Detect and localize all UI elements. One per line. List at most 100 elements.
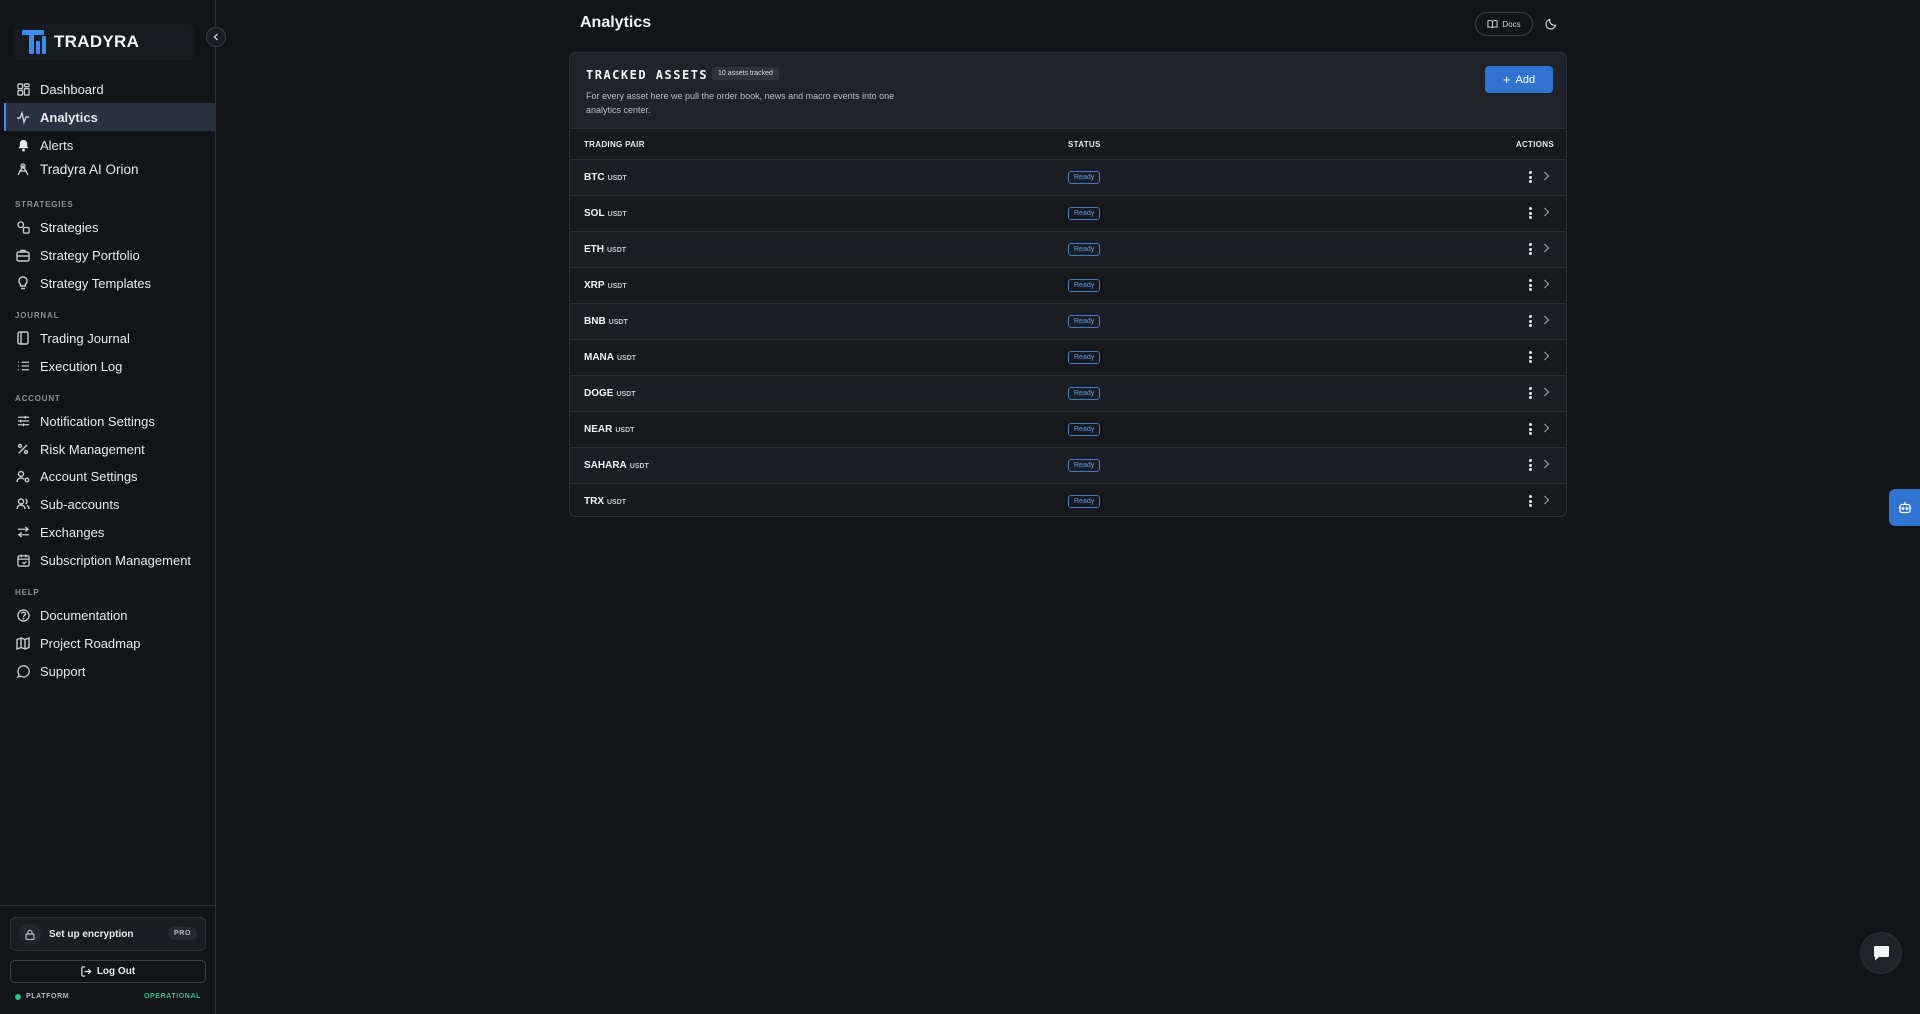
trading-pair: BTC USDT (584, 172, 627, 183)
logout-button[interactable]: Log Out (10, 960, 206, 983)
add-asset-button[interactable]: + Add (1485, 66, 1553, 93)
chevron-right-icon[interactable] (1543, 459, 1550, 469)
chevron-right-icon[interactable] (1543, 279, 1550, 289)
table-row[interactable]: MANA USDT Ready (570, 340, 1566, 376)
pair-quote: USDT (607, 499, 627, 506)
sidebar-item-label: Subscription Management (40, 552, 192, 568)
trading-pair: XRP USDT (584, 280, 627, 291)
chevron-right-icon[interactable] (1543, 495, 1550, 505)
sidebar-item-exchanges[interactable]: Exchanges (4, 519, 216, 545)
pair-base: BTC (584, 172, 605, 183)
sidebar-item-alerts[interactable]: Alerts (4, 132, 216, 158)
shapes-icon (16, 220, 30, 234)
setup-encryption-button[interactable]: Set up encryption PRO (10, 917, 206, 951)
trading-pair: BNB USDT (584, 316, 628, 327)
chevron-right-icon[interactable] (1543, 207, 1550, 217)
briefcase-icon (16, 248, 30, 262)
more-vertical-icon[interactable] (1525, 313, 1535, 329)
table-row[interactable]: SOL USDT Ready (570, 196, 1566, 232)
status-badge: Ready (1068, 459, 1101, 472)
chevron-left-icon (212, 33, 220, 41)
more-vertical-icon[interactable] (1525, 169, 1535, 185)
pair-quote: USDT (607, 175, 627, 182)
sidebar-item-label: Exchanges (40, 524, 105, 540)
sidebar-item-sub-accounts[interactable]: Sub-accounts (4, 491, 216, 517)
moon-icon (1545, 18, 1557, 30)
sidebar-item-label: Strategy Templates (40, 275, 152, 291)
more-vertical-icon[interactable] (1525, 385, 1535, 401)
sidebar-item-analytics[interactable]: Analytics (4, 103, 216, 131)
more-vertical-icon[interactable] (1525, 457, 1535, 473)
chat-icon (1873, 945, 1890, 961)
ai-assistant-tab[interactable] (1889, 489, 1920, 526)
sidebar-item-trading-journal[interactable]: Trading Journal (4, 325, 216, 351)
status-badge: Ready (1068, 495, 1101, 508)
more-vertical-icon[interactable] (1525, 493, 1535, 509)
chevron-right-icon[interactable] (1543, 387, 1550, 397)
message-icon (16, 664, 30, 678)
sliders-icon (16, 414, 30, 428)
sidebar-item-label: Dashboard (40, 81, 104, 97)
table-row[interactable]: ETH USDT Ready (570, 232, 1566, 268)
column-header-status: STATUS (1068, 140, 1101, 149)
sidebar-item-strategies[interactable]: Strategies (4, 214, 216, 240)
orion-icon (16, 162, 30, 176)
more-vertical-icon[interactable] (1525, 241, 1535, 257)
sidebar-item-documentation[interactable]: Documentation (4, 602, 216, 628)
more-vertical-icon[interactable] (1525, 421, 1535, 437)
sidebar-item-subscription-management[interactable]: Subscription Management (4, 547, 216, 573)
more-vertical-icon[interactable] (1525, 277, 1535, 293)
sidebar-item-strategy-templates[interactable]: Strategy Templates (4, 270, 216, 296)
sidebar-item-strategy-portfolio[interactable]: Strategy Portfolio (4, 242, 216, 268)
table-row[interactable]: DOGE USDT Ready (570, 376, 1566, 412)
chat-button[interactable] (1860, 932, 1902, 974)
sidebar-item-dashboard[interactable]: Dashboard (4, 76, 216, 102)
docs-button[interactable]: Docs (1475, 12, 1533, 36)
more-vertical-icon[interactable] (1525, 349, 1535, 365)
table-row[interactable]: XRP USDT Ready (570, 268, 1566, 304)
status-badge: Ready (1068, 423, 1101, 436)
pair-base: ETH (584, 244, 604, 255)
sidebar-item-support[interactable]: Support (4, 658, 216, 684)
column-header-trading-pair: TRADING PAIR (584, 140, 645, 149)
sidebar-item-label: Alerts (40, 137, 74, 153)
sidebar-item-label: Notification Settings (40, 413, 155, 429)
sidebar-item-execution-log[interactable]: Execution Log (4, 353, 216, 379)
sidebar-item-account-settings[interactable]: Account Settings (4, 463, 216, 489)
chevron-right-icon[interactable] (1543, 171, 1550, 181)
more-vertical-icon[interactable] (1525, 205, 1535, 221)
section-label-journal: JOURNAL (15, 311, 60, 320)
platform-status: PLATFORM OPERATIONAL (15, 993, 201, 1000)
table-row[interactable]: SAHARA USDT Ready (570, 448, 1566, 484)
card-title: TRACKED ASSETS (586, 68, 709, 82)
table-row[interactable]: BNB USDT Ready (570, 304, 1566, 340)
chevron-right-icon[interactable] (1543, 243, 1550, 253)
theme-toggle-button[interactable] (1541, 14, 1561, 34)
chevron-right-icon[interactable] (1543, 423, 1550, 433)
sidebar-item-label: Documentation (40, 607, 128, 623)
chevron-right-icon[interactable] (1543, 315, 1550, 325)
sidebar-item-label: Execution Log (40, 358, 123, 374)
sidebar-item-project-roadmap[interactable]: Project Roadmap (4, 630, 216, 656)
page-title: Analytics (580, 14, 652, 31)
status-badge: Ready (1068, 315, 1101, 328)
table-row[interactable]: BTC USDT Ready (570, 160, 1566, 196)
chevron-right-icon[interactable] (1543, 351, 1550, 361)
arrows-icon (16, 525, 30, 539)
pair-base: BNB (584, 316, 606, 327)
table-row[interactable]: NEAR USDT Ready (570, 412, 1566, 448)
sidebar-item-label: Account Settings (40, 468, 138, 484)
sidebar-item-risk-management[interactable]: Risk Management (4, 436, 216, 462)
sidebar-item-tradyra-ai-orion[interactable]: Tradyra AI Orion (4, 156, 216, 182)
pair-quote: USDT (615, 427, 635, 434)
users-icon (16, 497, 30, 511)
sidebar-item-notification-settings[interactable]: Notification Settings (4, 408, 216, 434)
brand-logo[interactable]: TRADYRA (14, 24, 194, 60)
pair-base: SOL (584, 208, 605, 219)
list-icon (16, 359, 30, 373)
column-header-actions: ACTIONS (1515, 140, 1554, 149)
table-row[interactable]: TRX USDT Ready (570, 484, 1566, 516)
user-cog-icon (16, 469, 30, 483)
collapse-sidebar-button[interactable] (206, 27, 226, 47)
pair-base: MANA (584, 352, 614, 363)
